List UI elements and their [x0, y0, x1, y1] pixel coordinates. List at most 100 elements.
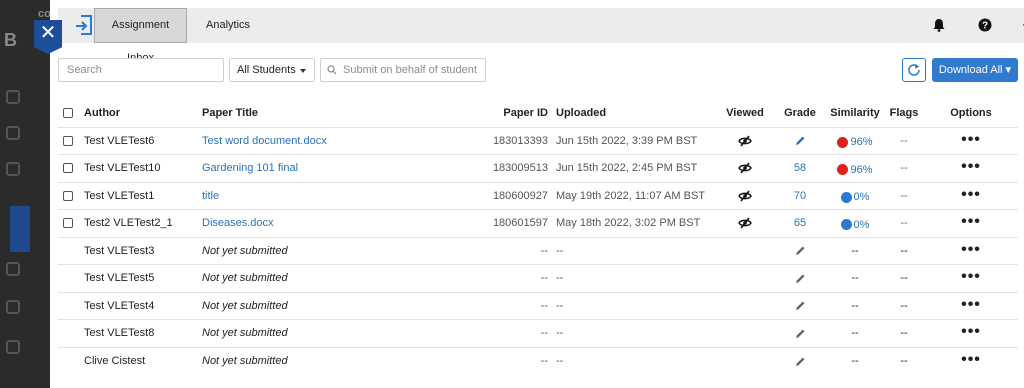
column-paper-id[interactable]: Paper ID: [432, 99, 556, 127]
row-select-cell: [58, 319, 80, 347]
select-all-cell: [58, 99, 80, 127]
table-row: Test VLETest5 Not yet submitted -- -- -- -- ••…: [58, 264, 1018, 292]
options-menu-icon[interactable]: •••: [961, 241, 981, 258]
flags-value[interactable]: --: [900, 135, 907, 147]
grade-cell[interactable]: [795, 327, 806, 339]
pencil-icon[interactable]: [795, 356, 806, 367]
submit-on-behalf-input[interactable]: [320, 58, 486, 82]
options-menu-icon[interactable]: •••: [961, 186, 981, 203]
tab-analytics[interactable]: Analytics: [195, 8, 261, 43]
row-select-cell: [58, 264, 80, 292]
paper-title-link[interactable]: title: [202, 190, 219, 202]
flags-value[interactable]: --: [900, 162, 907, 174]
viewed-cell: [716, 209, 774, 237]
student-filter-value: All Students: [237, 64, 296, 76]
options-menu-icon[interactable]: •••: [961, 323, 981, 340]
bell-icon[interactable]: [932, 18, 946, 32]
select-all-checkbox[interactable]: [63, 107, 73, 118]
grade-cell[interactable]: [795, 135, 806, 147]
grade-cell[interactable]: [795, 272, 806, 284]
background-icon: [6, 300, 20, 314]
uploaded-cell: --: [556, 319, 716, 347]
column-paper-title[interactable]: Paper Title: [202, 99, 432, 127]
column-viewed[interactable]: Viewed: [716, 99, 774, 127]
options-menu-icon[interactable]: •••: [961, 296, 981, 313]
row-select-cell: [58, 209, 80, 237]
uploaded-cell: --: [556, 291, 716, 320]
options-menu-icon[interactable]: •••: [961, 131, 981, 148]
download-all-button[interactable]: Download All ▾: [932, 58, 1018, 82]
student-filter-select[interactable]: All Students: [229, 58, 315, 82]
not-submitted-label: Not yet submitted: [202, 244, 288, 257]
row-checkbox[interactable]: [63, 135, 73, 146]
background-icon: [6, 162, 20, 176]
paper-id-cell: --: [432, 319, 556, 347]
options-menu-icon[interactable]: •••: [961, 351, 981, 368]
similarity-score[interactable]: 96%: [837, 161, 873, 176]
row-checkbox[interactable]: [63, 218, 73, 229]
pencil-icon[interactable]: [795, 328, 806, 339]
paper-title-link[interactable]: Diseases.docx: [202, 217, 274, 229]
top-navigation-bar: Assignment Inbox Analytics ?: [58, 8, 1024, 64]
search-input[interactable]: [58, 58, 224, 82]
similarity-cell: --: [826, 319, 884, 347]
viewed-cell: [716, 126, 774, 155]
close-button[interactable]: ✕: [34, 20, 62, 54]
pencil-icon[interactable]: [795, 273, 806, 284]
background-icon: [6, 90, 20, 104]
viewed-icon: [738, 135, 752, 147]
refresh-button[interactable]: [902, 58, 926, 82]
pencil-icon[interactable]: [795, 245, 806, 256]
column-grade[interactable]: Grade: [774, 99, 826, 127]
paper-id-cell: 180600927: [432, 181, 556, 210]
viewed-cell: [716, 291, 774, 320]
help-icon[interactable]: ?: [978, 18, 992, 32]
viewed-cell: [716, 181, 774, 210]
flags-value[interactable]: --: [900, 190, 907, 202]
paper-title-link[interactable]: Test word document.docx: [202, 135, 327, 147]
tab-assignment-inbox[interactable]: Assignment Inbox: [94, 8, 187, 64]
row-select-cell: [58, 346, 80, 375]
options-menu-icon[interactable]: •••: [961, 213, 981, 230]
grade-link[interactable]: 70: [794, 190, 806, 202]
similarity-cell: --: [826, 236, 884, 265]
row-checkbox[interactable]: [63, 163, 73, 174]
pencil-icon[interactable]: [795, 135, 806, 146]
background-icon: [6, 262, 20, 276]
similarity-score[interactable]: 0%: [840, 216, 870, 231]
similarity-indicator-icon: [840, 219, 852, 231]
row-checkbox[interactable]: [63, 190, 73, 201]
uploaded-cell: May 19th 2022, 11:07 AM BST: [556, 181, 716, 210]
viewed-icon: [738, 190, 752, 202]
grade-link[interactable]: 65: [794, 217, 806, 229]
grade-cell[interactable]: [795, 355, 806, 367]
author-cell: Test VLETest8: [80, 319, 202, 347]
flags-cell: --: [884, 264, 924, 292]
grade-cell[interactable]: [795, 300, 806, 312]
table-header-row: Author Paper Title Paper ID Uploaded Vie…: [58, 99, 1018, 127]
row-select-cell: [58, 181, 80, 210]
options-menu-icon[interactable]: •••: [961, 158, 981, 175]
paper-title-link[interactable]: Gardening 101 final: [202, 162, 298, 174]
uploaded-cell: --: [556, 346, 716, 375]
grade-link[interactable]: 58: [794, 162, 806, 174]
flags-value[interactable]: --: [900, 217, 907, 229]
uploaded-cell: Jun 15th 2022, 3:39 PM BST: [556, 126, 716, 155]
grade-cell[interactable]: [795, 245, 806, 257]
pencil-icon[interactable]: [795, 300, 806, 311]
similarity-score[interactable]: 0%: [840, 188, 869, 203]
options-menu-icon[interactable]: •••: [961, 268, 981, 285]
similarity-score[interactable]: 96%: [837, 133, 873, 148]
svg-text:?: ?: [982, 21, 988, 32]
similarity-value: 0%: [853, 218, 870, 231]
column-similarity[interactable]: Similarity: [826, 99, 884, 127]
column-uploaded[interactable]: Uploaded: [556, 99, 716, 127]
column-flags[interactable]: Flags: [884, 99, 924, 127]
turnitin-logo-icon: [76, 15, 92, 35]
row-select-cell: [58, 236, 80, 265]
viewed-cell: [716, 154, 774, 182]
similarity-cell: --: [826, 291, 884, 320]
table-row: Test VLETest1 title 180600927 May 19th 2022…: [58, 181, 1018, 210]
paper-id-cell: --: [432, 236, 556, 265]
column-author[interactable]: Author: [80, 99, 202, 127]
